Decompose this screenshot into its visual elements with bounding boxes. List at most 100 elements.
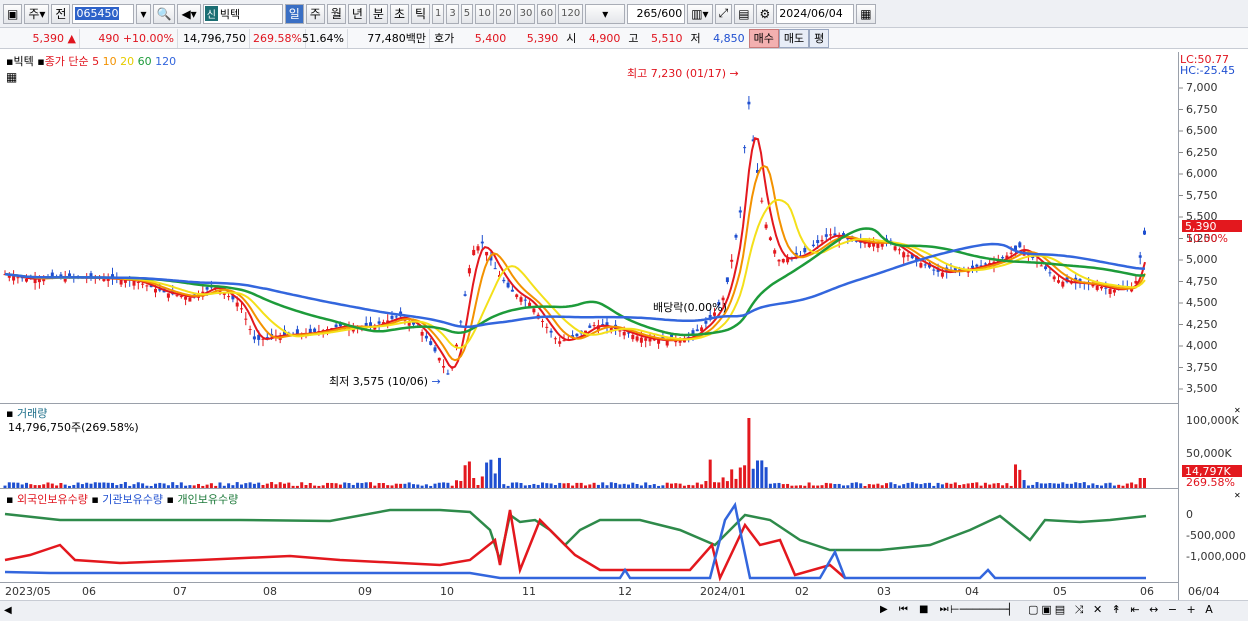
settings-icon[interactable]: ⚙ [755,3,775,24]
candle-body [313,328,317,333]
sound-icon[interactable]: ◀▾ [177,3,201,24]
view-tools[interactable]: ▢▣▤ ⤨ ✕ ↟ ⇤ ↔ − + A [1028,603,1216,617]
candle-body [575,333,579,337]
interval-1[interactable]: 1 [432,3,445,24]
x-axis-label: 06 [1140,585,1154,598]
x-axis-label: 08 [263,585,277,598]
volume-bar [756,460,759,488]
last-price-tag: 5,390 [1182,220,1242,233]
eval-button[interactable]: 평 [809,28,830,48]
candle-body [622,331,626,336]
ma-120-label[interactable]: 120 [155,55,176,68]
prev-button[interactable]: 전 [51,3,71,24]
holder-legend: ▪ 외국인보유수량 ▪ 기관보유수량 ▪ 개인보유수량 [6,491,238,507]
vol-ytick-1: 100,000K [1186,414,1239,427]
ma-5-label[interactable]: 5 [92,55,99,68]
volume-bar [704,481,708,488]
ma-10-label[interactable]: 10 [103,55,117,68]
period-month[interactable]: 월 [326,3,346,24]
code-dropdown-icon[interactable]: ▾ [136,3,151,24]
count-input[interactable]: 265/600 [627,3,686,24]
volume-bar [751,468,755,488]
candle-body [1108,288,1112,294]
volume-bar [734,478,738,488]
mode-selector[interactable]: 주 ▾ [24,3,50,24]
x-axis-label: 07 [173,585,187,598]
candle-body [777,259,781,262]
candle-body [442,366,446,368]
last-volume-pct: 269.58% [1186,476,1235,489]
close-panel-icon[interactable]: ✕ [1234,406,1241,415]
search-icon[interactable]: 🔍 [152,3,176,24]
ma-60-label[interactable]: 60 [138,55,152,68]
candle-body [1048,272,1052,274]
candle-body [1044,266,1048,270]
count-total: /600 [657,7,683,20]
candle-type-icon[interactable]: ▥▾ [687,3,713,24]
candle-body [476,246,480,251]
window-menu-icon[interactable]: ▣ [3,3,23,24]
candle-body [773,250,777,254]
interval-30[interactable]: 30 [516,3,536,24]
panel-divider-holder[interactable] [0,488,1178,489]
table-icon[interactable]: ▦ [6,70,17,84]
candle-body [437,357,441,361]
candle-body [154,288,157,293]
x-axis-label: 2024/01 [700,585,746,598]
price-ytick: 5,000 [1186,253,1218,266]
stock-name-field[interactable]: 신 빅텍 [202,3,283,24]
institution-holding-label: 기관보유수량 [102,493,164,506]
stock-chart[interactable] [0,49,1248,600]
sell-button[interactable]: 매도 [778,28,810,48]
period-second[interactable]: 초 [389,3,409,24]
candle-body [829,234,833,236]
x-axis-end-label: 06/04 [1188,585,1220,598]
period-day[interactable]: 일 [284,3,304,24]
candle-body [493,268,497,270]
candle-body [768,237,772,241]
zoom-slider[interactable]: ⊢───────┤ [950,603,1013,616]
candle-body [1057,280,1060,283]
y-axis-line [1178,52,1179,600]
candle-body [532,308,536,313]
period-minute[interactable]: 분 [368,3,388,24]
stock-name: 빅텍 [219,7,241,21]
date-input[interactable]: 2024/06/04 [776,3,855,24]
chart-scrollbar[interactable]: ◀ ▶ ⏮ ■ ⏭ ⊢───────┤ ▢▣▤ ⤨ ✕ ↟ ⇤ ↔ − + A [0,600,1248,621]
interval-20[interactable]: 20 [495,3,515,24]
price-ytick: 4,000 [1186,339,1218,352]
interval-10[interactable]: 10 [475,3,494,24]
interval-custom-dropdown[interactable]: ▾ [585,3,626,24]
new-badge: 신 [204,6,218,21]
volume-bar [498,457,501,488]
interval-5[interactable]: 5 [460,3,474,24]
candle-body [1052,276,1056,280]
interval-60[interactable]: 60 [537,3,557,24]
period-tick[interactable]: 틱 [411,3,431,24]
candle-body [747,101,751,105]
scroll-left-icon[interactable]: ◀ [4,605,12,616]
stock-code-input[interactable]: 065450 [72,3,135,24]
low-price: 4,850 [713,31,745,45]
candle-body [932,269,936,271]
close-panel-icon[interactable]: ✕ [1234,491,1241,500]
candle-body [1112,289,1116,293]
period-week[interactable]: 주 [305,3,325,24]
candle-body [334,324,338,328]
date-value: 2024/06/04 [779,7,843,20]
save-icon[interactable]: ▤ [734,3,754,24]
candle-body [648,338,652,342]
calendar-icon[interactable]: ▦ [856,3,876,24]
period-year[interactable]: 년 [347,3,367,24]
x-axis-label: 2023/05 [5,585,51,598]
interval-3[interactable]: 3 [446,3,459,24]
playback-controls[interactable]: ▶ ⏮ ■ ⏭ [880,604,953,615]
buy-button[interactable]: 매수 [748,28,779,48]
candle-body [734,234,738,238]
panel-divider-volume[interactable] [0,403,1178,404]
interval-120[interactable]: 120 [558,3,584,24]
ma-20-label[interactable]: 20 [120,55,134,68]
price-ytick: 4,500 [1186,296,1218,309]
candle-body [459,321,463,323]
draw-tool-icon[interactable]: ⤢ [714,3,733,24]
